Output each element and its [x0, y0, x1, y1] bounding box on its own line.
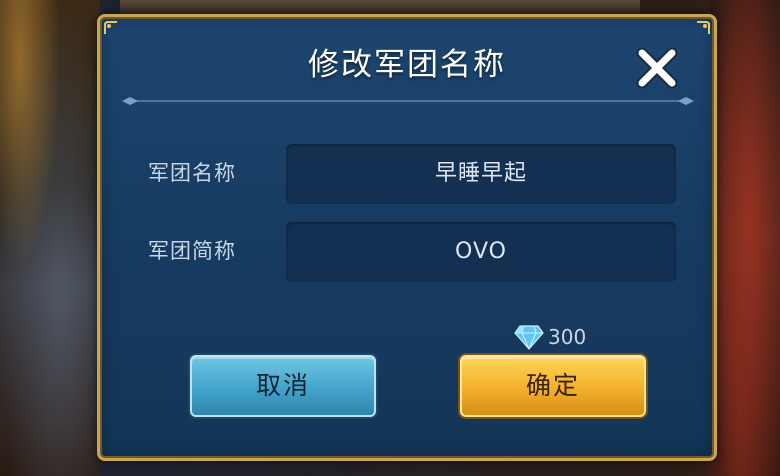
- rename-cost: 300: [514, 322, 586, 352]
- close-icon[interactable]: [634, 45, 680, 91]
- corner-ornament-icon: [104, 21, 117, 34]
- background-right: [710, 0, 780, 476]
- cancel-button[interactable]: 取消: [190, 355, 376, 417]
- confirm-button[interactable]: 确定: [460, 355, 646, 417]
- diamond-icon: [514, 325, 544, 350]
- legion-name-field[interactable]: 早睡早起: [286, 144, 676, 204]
- cost-amount: 300: [548, 325, 587, 349]
- background-left: [0, 0, 100, 476]
- legion-name-label: 军团名称: [148, 161, 236, 185]
- title-divider: [122, 97, 694, 105]
- rename-legion-dialog: 修改军团名称 军团名称 早睡早起 军团简称 OVO 300 取消 确定: [97, 14, 717, 461]
- legion-abbr-field[interactable]: OVO: [286, 222, 676, 282]
- game-scene: 修改军团名称 军团名称 早睡早起 军团简称 OVO 300 取消 确定: [0, 0, 780, 476]
- corner-ornament-icon: [697, 21, 710, 34]
- legion-abbr-label: 军团简称: [148, 239, 236, 263]
- dialog-title: 修改军团名称: [308, 47, 506, 83]
